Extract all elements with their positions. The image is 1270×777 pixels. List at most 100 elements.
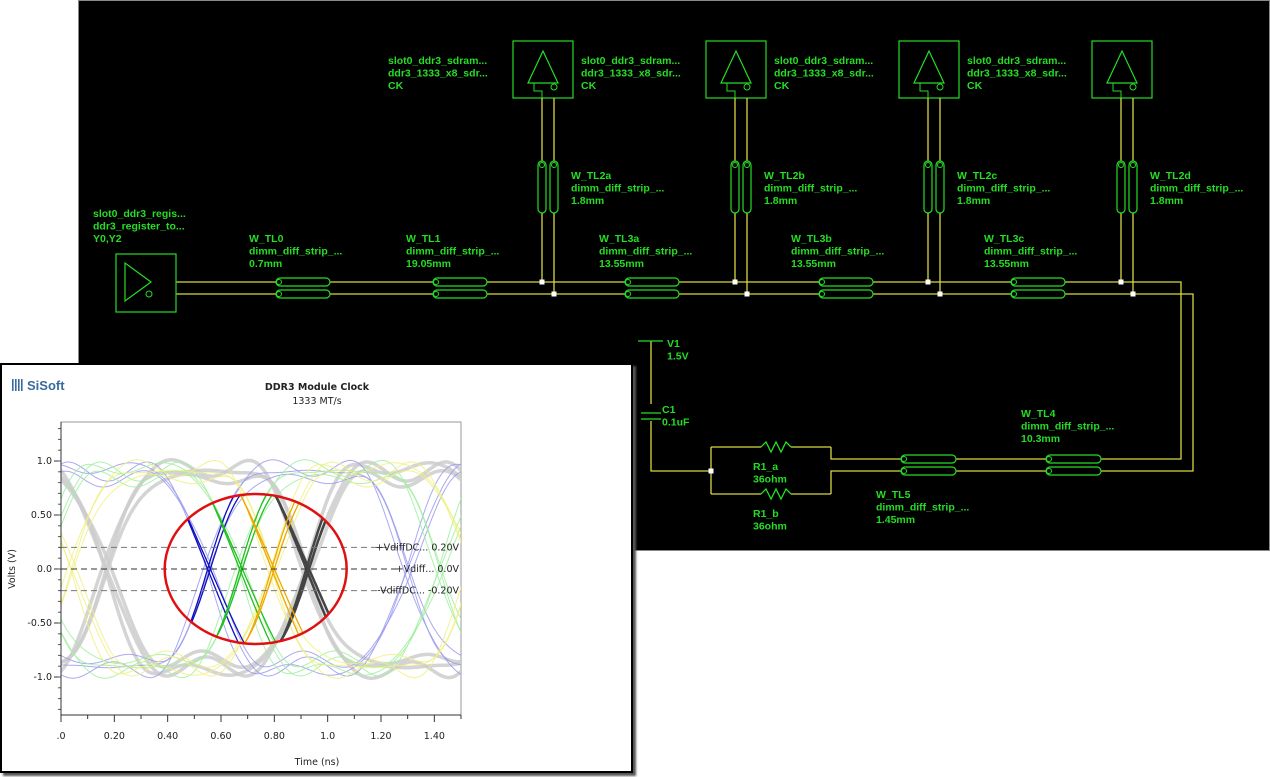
receiver-buffer[interactable]: [705, 40, 767, 99]
driver-label-line: slot0_ddr3_regis...: [93, 208, 186, 220]
receiver-label-line: slot0_ddr3_sdram...: [774, 55, 873, 67]
tl-label-line: 13.55mm: [984, 258, 1029, 270]
receiver-label-line: CK: [388, 80, 404, 92]
transmission-line-segment[interactable]: [537, 160, 547, 214]
receiver-buffer[interactable]: [1091, 40, 1153, 99]
transmission-line-segment[interactable]: [432, 277, 488, 287]
junction-node: [539, 279, 545, 285]
transmission-line-segment[interactable]: [624, 277, 680, 287]
receiver-label-line: ddr3_1333_x8_sdr...: [967, 68, 1067, 80]
logo-mark-icon: [12, 379, 14, 391]
x-tick-label: .0: [56, 731, 65, 742]
transmission-line-segment[interactable]: [818, 277, 874, 287]
x-tick-label: 0.20: [104, 731, 125, 742]
transmission-line-segment[interactable]: [549, 160, 559, 214]
x-tick-label: 1.20: [370, 731, 391, 742]
buffer-triangle-icon: [913, 49, 945, 84]
transmission-line-segment[interactable]: [730, 160, 740, 214]
transmission-line-segment[interactable]: [923, 160, 933, 214]
reference-line-label: -VdiffDC... -0.20V: [377, 586, 459, 597]
tl-label-line: dimm_diff_strip_...: [984, 246, 1077, 258]
tl-label-line: dimm_diff_strip_...: [1150, 183, 1243, 195]
term-label-line: R1_a: [753, 461, 778, 473]
chart-title: DDR3 Module Clock: [265, 382, 370, 393]
receiver-label-line: slot0_ddr3_sdram...: [388, 55, 487, 67]
transmission-line-segment[interactable]: [432, 289, 488, 299]
receiver-label-line: CK: [581, 80, 597, 92]
transmission-line-segment[interactable]: [1045, 454, 1102, 464]
y-tick-label: 1.0: [37, 456, 52, 467]
tl-label-line: dimm_diff_strip_...: [599, 246, 692, 258]
junction-node: [937, 291, 943, 297]
y-tick-label: 0.50: [31, 510, 52, 521]
tl-label-line: W_TL1: [406, 233, 441, 245]
transmission-line-segment[interactable]: [818, 289, 874, 299]
buffer-triangle-icon: [527, 49, 559, 84]
receiver-pin: [726, 83, 736, 98]
junction-node: [551, 291, 557, 297]
junction-node: [925, 279, 931, 285]
transmission-line-segment[interactable]: [275, 277, 331, 287]
y-tick-label: 0.0: [37, 564, 52, 575]
inverter-bubble-icon: [743, 83, 751, 91]
logo-mark-icon: [18, 379, 20, 391]
transmission-line-segment[interactable]: [900, 454, 957, 464]
tl-label-line: dimm_diff_strip_...: [791, 246, 884, 258]
junction-node: [732, 279, 738, 285]
c1-wire: [650, 421, 711, 472]
inverter-bubble-icon: [550, 83, 558, 91]
receiver-pin: [533, 83, 543, 98]
transmission-line-segment[interactable]: [900, 466, 957, 476]
term-label-line: 1.45mm: [876, 514, 915, 526]
term-label-line: dimm_diff_strip_...: [1021, 421, 1114, 433]
term-label-line: C1: [662, 404, 676, 416]
receiver-label-line: CK: [967, 80, 983, 92]
tl-label-line: 13.55mm: [791, 258, 836, 270]
term-label-line: W_TL4: [1021, 408, 1056, 420]
term-label-line: R1_b: [753, 508, 779, 520]
inverter-bubble-icon: [145, 290, 153, 298]
logo-mark-icon: [15, 379, 17, 391]
inverter-bubble-icon: [1129, 83, 1137, 91]
transmission-line-segment[interactable]: [275, 289, 331, 299]
tl-label-line: dimm_diff_strip_...: [406, 246, 499, 258]
resistor-icon[interactable]: [760, 440, 792, 454]
term-label-line: W_TL5: [876, 489, 911, 501]
transmission-line-segment[interactable]: [1010, 277, 1066, 287]
receiver-buffer[interactable]: [512, 40, 574, 99]
term-label-line: V1: [667, 338, 680, 350]
x-tick-label: 0.40: [157, 731, 178, 742]
eye-diagram-panel: SiSoft DDR3 Module Clock 1333 MT/s Time (ns…: [0, 363, 633, 773]
junction-node: [744, 291, 750, 297]
transmission-line-segment[interactable]: [1116, 160, 1126, 214]
buffer-triangle-icon: [1106, 49, 1138, 84]
receiver-label-line: slot0_ddr3_sdram...: [581, 55, 680, 67]
x-tick-label: 0.60: [210, 731, 231, 742]
term-label-line: 1.5V: [667, 351, 689, 363]
resistor-icon[interactable]: [760, 487, 792, 501]
chart-subtitle: 1333 MT/s: [292, 396, 341, 407]
buffer-triangle-icon: [124, 261, 153, 303]
transmission-line-segment[interactable]: [1010, 289, 1066, 299]
transmission-line-segment[interactable]: [742, 160, 752, 214]
junction-node: [1130, 291, 1136, 297]
tl-label-line: W_TL2c: [957, 170, 997, 182]
tl-label-line: W_TL3b: [791, 233, 832, 245]
tl-label-line: 13.55mm: [599, 258, 644, 270]
transmission-line-segment[interactable]: [624, 289, 680, 299]
x-axis-label: Time (ns): [294, 757, 340, 768]
tl-label-line: 19.05mm: [406, 258, 451, 270]
tl-label-line: 0.7mm: [249, 258, 282, 270]
tl-label-line: dimm_diff_strip_...: [249, 246, 342, 258]
inverter-bubble-icon: [936, 83, 944, 91]
tl-label-line: W_TL2d: [1150, 170, 1191, 182]
x-tick-label: 1.0: [320, 731, 335, 742]
receiver-label-line: CK: [774, 80, 790, 92]
receiver-buffer[interactable]: [898, 40, 960, 99]
transmission-line-segment[interactable]: [1045, 466, 1102, 476]
tl-label-line: W_TL2a: [571, 170, 611, 182]
tl-label-line: W_TL2b: [764, 170, 805, 182]
transmission-line-segment[interactable]: [1128, 160, 1138, 214]
eye-diagram-chart: SiSoft DDR3 Module Clock 1333 MT/s Time (ns…: [7, 378, 462, 768]
transmission-line-segment[interactable]: [935, 160, 945, 214]
